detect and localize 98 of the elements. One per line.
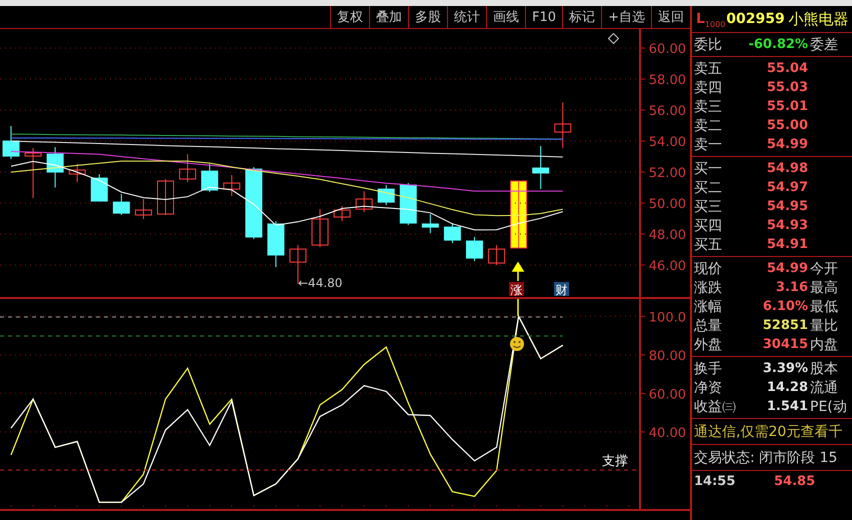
quote-value: -60.82% <box>747 37 808 52</box>
lot-size: 1000 <box>704 20 726 29</box>
market-mark: L <box>696 11 705 27</box>
quote-value: 14.28 <box>766 380 808 395</box>
quote-label: 股本 <box>809 360 839 378</box>
candlestick <box>134 198 152 220</box>
quote-label: 量比 <box>809 316 839 334</box>
candlestick <box>532 146 550 190</box>
price-axis-label: 58.00 <box>648 73 686 88</box>
quote-value: 55.01 <box>766 99 808 114</box>
quote-label: 买一 <box>693 160 723 178</box>
candlestick <box>112 194 130 216</box>
tick-time: 14:55 <box>694 474 736 489</box>
price-axis-label: 54.00 <box>648 135 686 150</box>
quote-label: 涨跌 <box>693 278 723 296</box>
quote-value: 55.00 <box>766 118 808 133</box>
quote-value: 54.97 <box>766 180 808 195</box>
indicator-axis-label: 40.00 <box>648 426 686 441</box>
candlestick <box>488 244 506 266</box>
candlestick <box>201 164 218 193</box>
quote-label: 委差 <box>809 36 839 54</box>
quote-value: 6.10% <box>762 299 808 314</box>
quote-label: 买五 <box>693 236 723 254</box>
candlestick <box>400 182 417 226</box>
candlestick <box>312 208 328 248</box>
candlestick <box>24 148 42 199</box>
quote-value: 1.541 <box>766 399 808 414</box>
quote-label: 现价 <box>693 260 723 278</box>
candlestick <box>68 164 86 183</box>
quote-label: 卖五 <box>693 60 723 78</box>
low-price-label: ←44.80 <box>298 276 342 290</box>
quote-value: 55.04 <box>766 61 808 76</box>
price-axis-label: 50.00 <box>648 197 686 212</box>
quote-label: 委比 <box>693 36 723 54</box>
price-axis-label: 56.00 <box>648 104 686 120</box>
quote-label: 最高 <box>809 278 839 296</box>
candlestick <box>356 190 373 213</box>
quote-label: 涨幅 <box>693 298 723 316</box>
indicator-axis-label: 60.00 <box>648 387 686 402</box>
support-label: 支撑 <box>602 454 628 469</box>
quote-value: 52851 <box>762 318 808 333</box>
quote-value: 30415 <box>762 337 808 352</box>
quote-value: 3.39% <box>762 361 808 376</box>
price-axis-label: 46.00 <box>648 259 686 274</box>
candlestick <box>466 236 483 262</box>
quote-label: 内盘 <box>809 336 839 354</box>
signal-line <box>517 299 519 316</box>
candlestick <box>267 220 284 268</box>
quote-label: 今开 <box>809 260 839 278</box>
candlestick <box>90 174 108 202</box>
quote-label: 收益㈢ <box>693 398 737 416</box>
candlestick <box>554 102 572 149</box>
quote-label: 最低 <box>809 298 839 316</box>
price-axis-label: 52.00 <box>648 166 686 182</box>
indicator-axis-label: 80.00 <box>648 348 686 364</box>
quote-label: 买三 <box>693 198 723 216</box>
candlestick <box>223 174 240 197</box>
up-arrow <box>512 262 524 282</box>
quote-label: 买二 <box>693 178 723 196</box>
quote-label: 净资 <box>693 378 723 396</box>
signal-badge: 涨 <box>509 282 524 297</box>
quote-label: 外盘 <box>693 336 723 354</box>
quote-label: 总量 <box>693 316 723 334</box>
quote-label: 流通 <box>809 378 839 396</box>
stock-name: 小熊电器 <box>788 10 849 28</box>
quote-label: 换手 <box>693 360 723 378</box>
news-ticker: 通达信,仅需20元查看千 <box>694 422 842 440</box>
diamond-icon <box>608 32 620 44</box>
candlestick <box>444 222 461 244</box>
quote-label: 买四 <box>693 216 723 234</box>
quote-label: PE(动 <box>809 398 848 416</box>
quote-value: 54.98 <box>766 161 808 176</box>
candlestick <box>2 126 20 160</box>
stock-code: 002959 <box>726 11 785 27</box>
price-axis-label: 60.00 <box>648 42 686 58</box>
indicator-axis-label: 100.0 <box>648 310 686 326</box>
quote-value: 3.16 <box>774 280 808 295</box>
quote-label: 卖三 <box>693 98 723 116</box>
quote-value: 54.99 <box>766 261 808 276</box>
candlestick <box>46 146 64 188</box>
quote-value: 54.99 <box>766 137 808 152</box>
quote-label: 卖一 <box>693 136 723 154</box>
trade-status: 交易状态: 闭市阶段 15 <box>694 448 838 466</box>
quote-value: 54.93 <box>766 218 808 233</box>
candlestick <box>179 154 196 183</box>
quote-value: 55.03 <box>766 80 808 95</box>
smiley-icon <box>510 337 524 351</box>
price-axis-label: 48.00 <box>648 228 686 244</box>
quote-value: 54.95 <box>766 199 808 214</box>
signal-badge: 财 <box>554 282 569 297</box>
quote-label: 卖四 <box>693 78 723 96</box>
candlestick <box>422 214 439 234</box>
candlestick <box>157 178 174 216</box>
tick-price: 54.85 <box>774 474 816 489</box>
quote-value: 54.91 <box>766 237 808 252</box>
quote-label: 卖二 <box>693 116 723 134</box>
candlestick <box>378 184 395 206</box>
candlestick <box>334 206 351 222</box>
